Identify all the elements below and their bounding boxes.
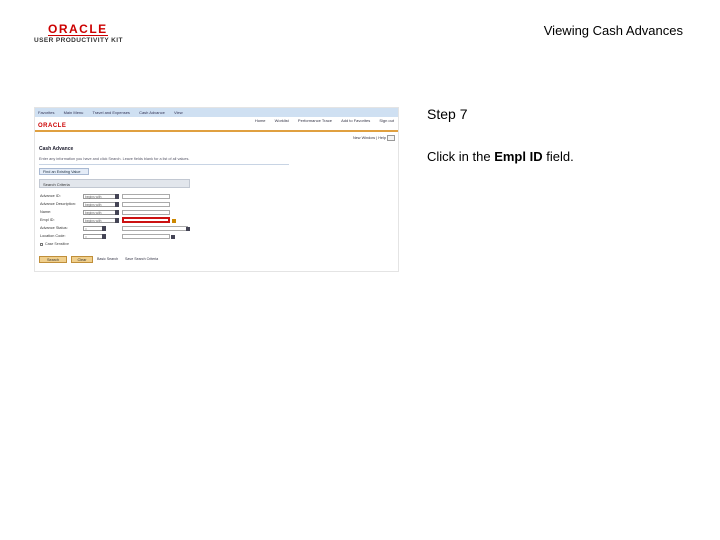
chevron-down-icon <box>115 202 119 207</box>
operator-value: begins with <box>85 195 102 199</box>
chevron-down-icon <box>102 226 106 231</box>
clear-button[interactable]: Clear <box>71 256 93 263</box>
chevron-down-icon <box>115 194 119 199</box>
operator-value: begins with <box>85 211 102 215</box>
field-label: Empl ID: <box>40 218 55 222</box>
toolbar-icon[interactable] <box>387 135 395 141</box>
location-code-input[interactable] <box>122 234 170 239</box>
page-instructions: Enter any information you have and click… <box>39 157 190 161</box>
logo-subtitle: USER PRODUCTIVITY KIT <box>34 37 123 44</box>
search-criteria-header[interactable]: Search Criteria <box>39 179 190 188</box>
case-sensitive-checkbox[interactable]: Case Sensitive <box>40 242 69 246</box>
operator-select[interactable]: begins with <box>83 210 119 215</box>
operator-value: begins with <box>85 203 102 207</box>
link-add-favorites[interactable]: Add to Favorites <box>341 118 370 123</box>
name-input[interactable] <box>122 210 170 215</box>
operator-select[interactable]: begins with <box>83 218 119 223</box>
empl-id-input[interactable] <box>122 217 170 223</box>
header-divider <box>35 130 398 132</box>
field-row-name: Name: begins with <box>40 210 200 216</box>
tab-find-existing-value[interactable]: Find an Existing Value <box>39 168 89 175</box>
app-brand: ORACLE <box>38 123 67 129</box>
advance-id-input[interactable] <box>122 194 170 199</box>
logo-underline <box>48 35 108 36</box>
nav-cash-advance[interactable]: Cash Advance <box>136 108 170 115</box>
screenshot-thumbnail: Favorites Main Menu Travel and Expenses … <box>34 107 399 272</box>
chevron-down-icon[interactable] <box>186 227 190 231</box>
nav-favorites[interactable]: Favorites <box>35 108 59 115</box>
field-row-advance-status: Advance Status: = <box>40 226 200 232</box>
advance-description-input[interactable] <box>122 202 170 207</box>
field-row-advance-description: Advance Description: begins with <box>40 202 200 208</box>
operator-value: = <box>85 227 87 231</box>
field-label: Name: <box>40 210 52 214</box>
search-button[interactable]: Search <box>39 256 67 263</box>
logo-brand: ORACLE <box>48 22 108 36</box>
step-instruction: Click in the Empl ID field. <box>427 149 574 164</box>
divider <box>39 164 289 165</box>
chevron-down-icon <box>115 218 119 223</box>
top-nav-breadcrumb: Favorites Main Menu Travel and Expenses … <box>35 108 398 117</box>
basic-search-link[interactable]: Basic Search <box>97 257 118 261</box>
page-heading: Cash Advance <box>39 146 74 152</box>
lookup-icon[interactable] <box>172 219 176 223</box>
link-home[interactable]: Home <box>255 118 266 123</box>
oracle-upk-logo: ORACLE USER PRODUCTIVITY KIT <box>34 22 124 48</box>
operator-value: = <box>85 235 87 239</box>
operator-value: begins with <box>85 219 102 223</box>
field-label: Advance Status: <box>40 226 68 230</box>
field-row-empl-id: Empl ID: begins with <box>40 217 200 224</box>
operator-select[interactable]: begins with <box>83 194 119 199</box>
link-performance-trace[interactable]: Performance Trace <box>298 118 332 123</box>
nav-travel-expenses[interactable]: Travel and Expenses <box>90 108 135 115</box>
instruction-prefix: Click in the <box>427 149 495 164</box>
nav-main-menu[interactable]: Main Menu <box>61 108 89 115</box>
lookup-icon[interactable] <box>171 235 175 239</box>
chevron-down-icon <box>102 234 106 239</box>
instruction-suffix: field. <box>542 149 574 164</box>
header-links: Home Worklist Performance Trace Add to F… <box>247 118 394 123</box>
field-row-advance-id: Advance ID: begins with <box>40 194 200 200</box>
link-worklist[interactable]: Worklist <box>275 118 289 123</box>
field-label: Location Code: <box>40 234 66 238</box>
field-label: Advance ID: <box>40 194 61 198</box>
instruction-target-field: Empl ID <box>494 149 543 164</box>
link-sign-out[interactable]: Sign out <box>379 118 394 123</box>
operator-select[interactable]: = <box>83 226 106 231</box>
document-title: Viewing Cash Advances <box>543 23 683 38</box>
operator-select[interactable]: begins with <box>83 202 119 207</box>
save-search-criteria-link[interactable]: Save Search Criteria <box>125 257 158 261</box>
field-label: Advance Description: <box>40 202 76 206</box>
advance-status-select[interactable] <box>122 226 188 231</box>
step-title: Step 7 <box>427 106 468 122</box>
nav-view[interactable]: View <box>171 108 188 115</box>
chevron-down-icon <box>115 210 119 215</box>
field-row-location-code: Location Code: = <box>40 234 200 240</box>
checkbox-icon <box>40 242 43 246</box>
operator-select[interactable]: = <box>83 234 106 239</box>
toolbar-links[interactable]: New Window | Help <box>353 136 386 140</box>
case-sensitive-label: Case Sensitive <box>45 242 69 246</box>
